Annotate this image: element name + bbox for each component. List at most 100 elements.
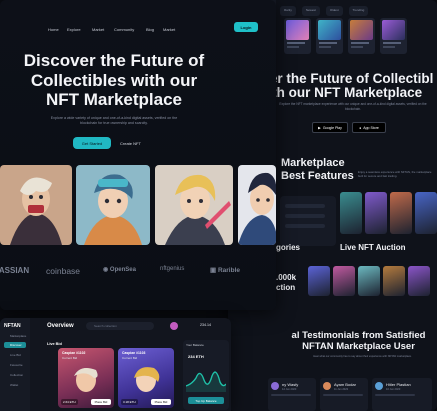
place-bid-button[interactable]: Place Bid (91, 399, 111, 405)
hero-title-line: Discover the Future of (23, 51, 205, 70)
sidebar-item-discover[interactable]: Discover (4, 342, 26, 348)
opensea-icon: ◉ (103, 267, 110, 273)
top-up-button[interactable]: Top Up Balance (188, 397, 224, 404)
live-bid-heading: Live Bid (47, 342, 62, 346)
collection-card-row (308, 266, 430, 296)
login-button[interactable]: Login (234, 22, 258, 32)
sidebar-item-favourite[interactable]: Favourite (4, 362, 26, 368)
hero-title-line: Collectibles with our (30, 70, 198, 90)
testimonials-title-line: NFTAN Marketplace User (302, 341, 415, 352)
mini-card-row (284, 18, 407, 54)
hero-title-line: NFT Marketplace (45, 90, 183, 109)
app-stage: Rarity Newest Oldest Trending cover the … (0, 0, 437, 411)
partner-logos: LASSIAN coinbase ◉ OpenSea nftgenius ▣ R… (0, 266, 276, 280)
auction-card[interactable] (390, 192, 412, 234)
testimonials-subtitle: Hear what our community has to say about… (313, 355, 412, 358)
features-title: Marketplace Best Features (281, 157, 354, 183)
features-title-line: Marketplace (281, 157, 345, 169)
logo-text: Rarible (217, 267, 240, 274)
collection-card[interactable] (408, 266, 430, 296)
sidebar-item-live-bid[interactable]: Live Bid (4, 352, 26, 358)
auction-card[interactable] (365, 192, 387, 234)
mini-card[interactable] (284, 18, 311, 54)
card-title: Caspian #1103 (122, 351, 146, 355)
balance-sparkline (186, 371, 226, 392)
nft-artwork[interactable] (238, 165, 276, 245)
sidebar-item-wallet[interactable]: Wallet (4, 382, 26, 388)
balance-value: 234 ETH (188, 354, 204, 359)
balance-title: Your Balance (186, 343, 204, 347)
collection-card[interactable] (383, 266, 405, 296)
stats-line: ction (276, 283, 296, 292)
nav-community[interactable]: Community (114, 27, 134, 32)
testimonial-date: 11 Jun 2023 (334, 388, 349, 391)
logo-coinbase: coinbase (46, 266, 81, 276)
play-store-icon: ▶ (318, 125, 321, 130)
logo-text: OpenSea (109, 267, 136, 273)
nav-blog[interactable]: Blog (146, 27, 154, 32)
tab-trending[interactable]: Trending (348, 6, 369, 16)
nft-artwork[interactable] (0, 165, 72, 245)
testimonial-name: Hitler Plastian (386, 382, 411, 387)
hero-landing-page: Home Explore Market Community Blog Marke… (0, 0, 276, 310)
tab-oldest[interactable]: Oldest (325, 6, 343, 16)
dashboard-title: Overview (47, 323, 74, 329)
testimonial-name: ny Wasfy (282, 382, 299, 387)
nav-home[interactable]: Home (48, 27, 59, 32)
back-hero-subtitle: Explore the NFT marketplace experience w… (279, 102, 427, 111)
auction-card[interactable] (340, 192, 362, 234)
auction-card-row (340, 192, 437, 234)
collection-card[interactable] (333, 266, 355, 296)
card-artwork (134, 367, 160, 392)
tab-rarity[interactable]: Rarity (280, 6, 296, 16)
card-artwork (74, 368, 98, 392)
store-label: Google Play (322, 125, 342, 130)
testimonial-date: 12 Jun 2023 (282, 388, 297, 391)
balance-widget: Your Balance 234 ETH Top Up Balance (183, 340, 229, 410)
card-price: 2.64 ETH (61, 399, 78, 405)
testimonials-title-line: al Testimonials from Satisfied (291, 330, 426, 341)
apple-icon: ● (359, 125, 362, 130)
live-auction-label: Live NFT Auction (340, 243, 406, 252)
create-nft-button[interactable]: Create NFT (120, 137, 141, 149)
mini-card[interactable] (380, 18, 407, 54)
avatar (323, 382, 331, 390)
nav-market-2[interactable]: Market (163, 27, 175, 32)
testimonial-card: ny Wasfy 12 Jun 2023 (268, 378, 316, 411)
sidebar-item-collection[interactable]: Collection (4, 372, 26, 378)
avatar (375, 382, 383, 390)
testimonials-title: al Testimonials from Satisfied NFTAN Mar… (276, 330, 437, 352)
card-title: Caspian #1102 (62, 351, 86, 355)
nav-market[interactable]: Market (92, 27, 104, 32)
avatar[interactable] (170, 322, 178, 330)
tab-newest[interactable]: Newest (301, 6, 320, 16)
nft-artwork[interactable] (76, 165, 150, 245)
dashboard-panel: NFTAN Marketplace Discover Live Bid Favo… (0, 318, 231, 411)
place-bid-button[interactable]: Place Bid (151, 399, 171, 405)
card-price: 3.18 ETH (121, 399, 138, 405)
features-title-line: Best Features (281, 170, 354, 182)
search-input[interactable]: Search collection (86, 322, 154, 330)
app-store-button[interactable]: ● App Store (352, 122, 386, 133)
stats-line: .000k (276, 273, 297, 282)
sidebar-item-marketplace[interactable]: Marketplace (4, 333, 26, 339)
hero-subtitle: Explore a wide variety of unique and one… (50, 116, 178, 125)
collection-card[interactable] (308, 266, 330, 296)
mini-card[interactable] (348, 18, 375, 54)
get-started-button[interactable]: Get Started (73, 137, 111, 149)
live-bid-card[interactable]: Caspian #1103 Current Bid 3.18 ETH Place… (118, 348, 174, 408)
card-subtitle: Current Bid (122, 356, 138, 360)
categories-panel (280, 196, 336, 246)
filter-tabs: Rarity Newest Oldest Trending (280, 6, 369, 16)
nft-artwork[interactable] (155, 165, 233, 245)
collection-card[interactable] (358, 266, 380, 296)
logo-nftgenius: nftgenius (160, 266, 185, 272)
google-play-button[interactable]: ▶ Google Play (312, 122, 348, 133)
mini-card[interactable] (316, 18, 343, 54)
live-bid-card[interactable]: Caspian #1102 Current Bid 2.64 ETH Place… (58, 348, 114, 408)
nav-explore[interactable]: Explore (67, 27, 81, 32)
auction-card[interactable] (415, 192, 437, 234)
logo-opensea: ◉ OpenSea (103, 266, 136, 273)
balance-readout: 234.14 (200, 323, 211, 327)
testimonial-name: Ayam Bodar (334, 382, 356, 387)
